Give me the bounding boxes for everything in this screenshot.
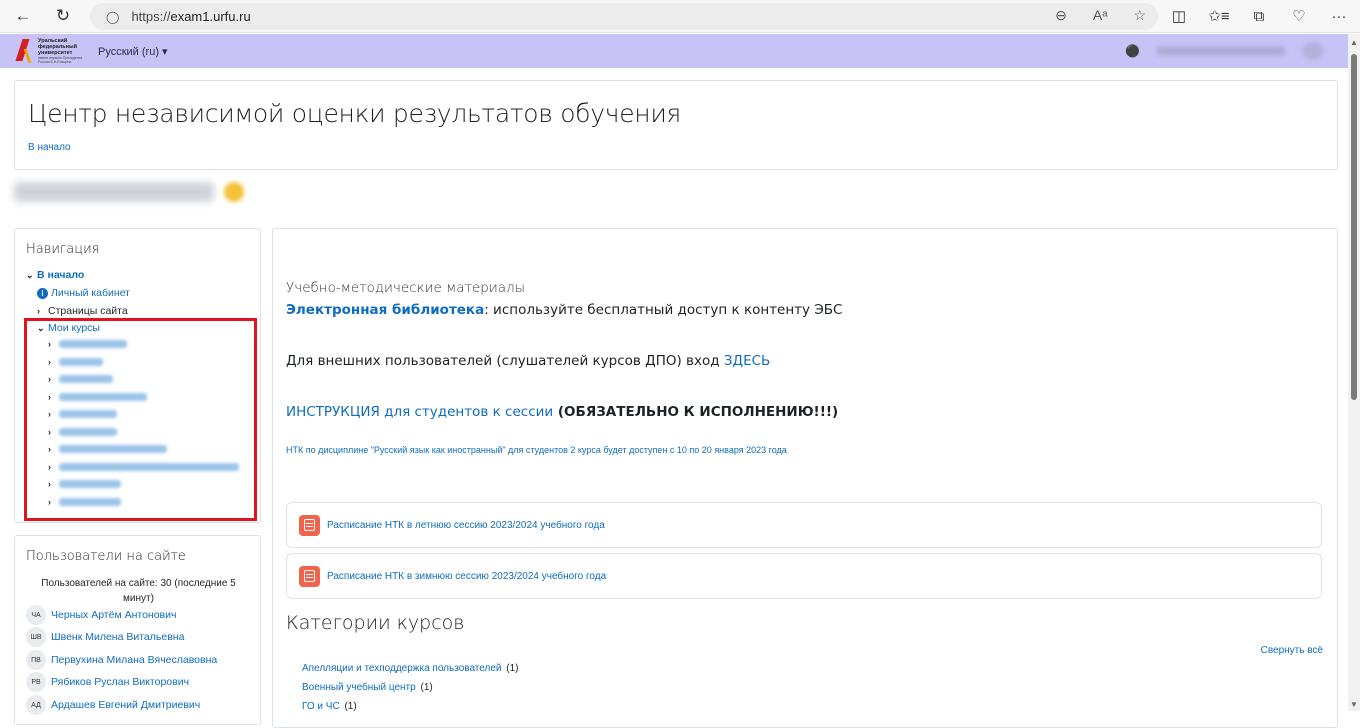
back-icon[interactable]: ← <box>8 2 38 30</box>
database-icon <box>299 514 320 536</box>
favorites-icon[interactable]: ✩≡ <box>1206 4 1232 28</box>
page-title: Центр независимой оценки результатов обу… <box>28 99 681 128</box>
url-text[interactable]: https://exam1.urfu.ru <box>131 9 250 24</box>
split-screen-icon[interactable]: ◫ <box>1166 4 1192 28</box>
user-row[interactable]: РВ Рябиков Руслан Викторович <box>26 672 189 692</box>
library-link[interactable]: Электронная библиотека <box>286 302 484 318</box>
notifications-bell-icon[interactable]: ⚫ <box>1125 44 1140 58</box>
scroll-up-icon[interactable]: ▲ <box>1350 38 1358 47</box>
instruction-line: ИНСТРУКЦИЯ для студентов к сессии (ОБЯЗА… <box>286 404 839 420</box>
page-header: Центр независимой оценки результатов обу… <box>14 80 1338 170</box>
reload-icon[interactable]: ↻ <box>48 2 78 30</box>
read-aloud-icon[interactable]: Aᵃ <box>1093 7 1108 24</box>
category-item[interactable]: Военный учебный центр (1) <box>302 682 433 693</box>
browser-toolbar: ← ↻ ◯ https://exam1.urfu.ru ⊖ Aᵃ ☆ ◫ ✩≡ … <box>0 0 1360 33</box>
favorite-star-icon[interactable]: ☆ <box>1133 7 1146 24</box>
category-item[interactable]: Апелляции и техподдержка пользователей (… <box>302 663 519 674</box>
lock-icon[interactable]: ◯ <box>106 10 119 24</box>
ntk-notice-link[interactable]: НТК по дисциплине "Русский язык как инос… <box>286 445 787 455</box>
user-row[interactable]: ПВ Первухина Милана Вячеславовна <box>26 650 217 670</box>
external-users-line: Для внешних пользователей (слушателей ку… <box>286 353 771 369</box>
resource-summer-schedule[interactable]: Расписание НТК в летнюю сессию 2023/2024… <box>286 502 1322 548</box>
user-row[interactable]: АД Ардашев Евгений Дмитриевич <box>26 695 200 715</box>
highlight-box <box>24 318 257 521</box>
address-bar[interactable]: ◯ https://exam1.urfu.ru ⊖ Aᵃ ☆ <box>90 3 1158 30</box>
scrollbar-thumb[interactable] <box>1351 54 1357 400</box>
collections-icon[interactable]: ⧉ <box>1246 4 1272 28</box>
nav-home[interactable]: ⌄ В начало <box>26 269 84 281</box>
language-menu[interactable]: Русский (ru) ▾ <box>98 45 168 58</box>
user-row[interactable]: ЧА Черных Артём Антонович <box>26 605 176 625</box>
chevron-down-icon[interactable]: ⌄ <box>26 270 37 281</box>
nav-dashboard[interactable]: i Личный кабинет <box>37 287 130 299</box>
online-users-title: Пользователи на сайте <box>26 549 186 564</box>
breadcrumb-home[interactable]: В начало <box>28 142 71 153</box>
user-name-blurred[interactable] <box>1156 46 1286 56</box>
external-login-link[interactable]: ЗДЕСЬ <box>724 353 770 369</box>
materials-label: Учебно-методические материалы <box>286 280 525 296</box>
logo-mark-icon <box>16 37 36 65</box>
avatar: ЧА <box>26 605 46 625</box>
page-scrollbar[interactable]: ▲ ▼ <box>1348 34 1360 711</box>
avatar: ШВ <box>26 627 46 647</box>
more-icon[interactable]: ··· <box>1326 4 1352 28</box>
online-users-count: Пользователей на сайте: 30 (последние 5 … <box>41 578 236 604</box>
instruction-link[interactable]: ИНСТРУКЦИЯ для студентов к сессии <box>286 404 553 420</box>
greeting <box>14 182 244 202</box>
greeting-text-blurred <box>14 182 214 202</box>
library-line: Электронная библиотека: используйте бесп… <box>286 302 843 318</box>
resource-winter-schedule[interactable]: Расписание НТК в зимнюю сессию 2023/2024… <box>286 553 1322 599</box>
user-avatar[interactable] <box>1302 42 1324 60</box>
navigation-title: Навигация <box>26 242 100 257</box>
scroll-down-icon[interactable]: ▼ <box>1350 700 1358 709</box>
urfu-logo[interactable]: Уральский федеральный университет имени п… <box>16 37 84 65</box>
category-item[interactable]: ГО и ЧС (1) <box>302 701 357 712</box>
main-content: Учебно-методические материалы Электронна… <box>272 228 1338 728</box>
nav-site-pages[interactable]: › Страницы сайта <box>37 305 128 317</box>
user-row[interactable]: ШВ Швенк Милена Витальевна <box>26 627 184 647</box>
avatar: ПВ <box>26 650 46 670</box>
zoom-icon[interactable]: ⊖ <box>1055 7 1067 24</box>
heart-pulse-icon[interactable]: ♡ <box>1286 4 1312 28</box>
wave-icon <box>224 182 244 202</box>
course-categories-title: Категории курсов <box>286 612 465 634</box>
site-navbar: Уральский федеральный университет имени п… <box>0 34 1348 68</box>
avatar: РВ <box>26 672 46 692</box>
dashboard-icon: i <box>37 287 48 299</box>
collapse-all-link[interactable]: Свернуть всё <box>1261 645 1323 656</box>
avatar: АД <box>26 695 46 715</box>
online-users-block: Пользователи на сайте Пользователей на с… <box>14 535 261 725</box>
chevron-right-icon[interactable]: › <box>37 306 48 316</box>
database-icon <box>299 565 320 587</box>
